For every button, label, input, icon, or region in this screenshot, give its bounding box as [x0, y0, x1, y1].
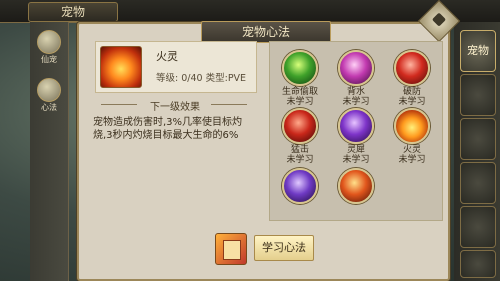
- divider-right: [211, 104, 247, 105]
- tab-2[interactable]: [460, 74, 496, 116]
- selected-skill-card: 火灵 等级: 0/40 类型:PVE: [95, 41, 257, 93]
- skill-name: 猛击: [290, 145, 309, 155]
- tab-5[interactable]: [460, 206, 496, 248]
- skill-status: 未学习: [286, 155, 314, 165]
- pet-spirit-icon: [37, 30, 61, 54]
- divider-left: [101, 104, 137, 105]
- skill-telepathy[interactable]: 灵犀 未学习: [331, 108, 381, 165]
- skill-slot-7[interactable]: [275, 168, 325, 205]
- left-menu-label: 仙宠: [41, 55, 57, 64]
- life-steal-icon: [282, 50, 318, 86]
- heavy-strike-icon: [282, 108, 318, 144]
- tab-6[interactable]: [460, 250, 496, 278]
- last-stand-icon: [338, 50, 374, 86]
- level-label: 等级:: [156, 73, 179, 84]
- skill-status: 未学习: [398, 97, 426, 107]
- skill-heavy-strike[interactable]: 猛击 未学习: [275, 108, 325, 165]
- left-menu-item-pet[interactable]: 仙宠: [33, 30, 65, 65]
- skill-name: 火灵: [402, 145, 421, 155]
- selected-skill-meta: 等级: 0/40 类型:PVE: [156, 70, 246, 84]
- skill-armor-break[interactable]: 破防 未学习: [387, 50, 437, 107]
- scroll-icon: [37, 78, 61, 102]
- left-menu-item-skill[interactable]: 心法: [33, 78, 65, 113]
- skill-status: 未学习: [342, 155, 370, 165]
- pet-skill-panel: 宠物心法 火灵 等级: 0/40 类型:PVE 下一级效果 宠物造成伤害时,3%…: [77, 0, 461, 281]
- skill-slot-8[interactable]: [331, 168, 381, 205]
- level-value: 0/40: [181, 73, 203, 84]
- skill-status: 未学习: [342, 97, 370, 107]
- skill-name: 灵犀: [346, 145, 365, 155]
- fire-spirit-icon: [394, 108, 430, 144]
- tab-pet[interactable]: 宠物: [460, 30, 496, 72]
- skill-last-stand[interactable]: 背水 未学习: [331, 50, 381, 107]
- skill-life-steal[interactable]: 生命偷取 未学习: [275, 50, 325, 107]
- tab-4[interactable]: [460, 162, 496, 204]
- next-effect-title: 下一级效果: [150, 102, 200, 113]
- panel-title: 宠物心法: [201, 21, 331, 43]
- window-title: 宠物: [28, 2, 118, 22]
- skill-book-icon: [215, 233, 247, 265]
- left-menu-label: 心法: [41, 103, 57, 112]
- next-effect-text: 宠物造成伤害时,3%几率使目标灼烧,3秒内灼烧目标最大生命的6%: [93, 117, 243, 141]
- left-menu: 仙宠 心法: [30, 22, 69, 281]
- type-label: 类型:: [205, 73, 228, 84]
- flame-burst-icon: [338, 168, 374, 204]
- learn-skill-button[interactable]: 学习心法: [254, 235, 314, 261]
- selected-skill-name: 火灵: [156, 50, 178, 63]
- skill-name: 生命偷取: [281, 87, 318, 97]
- arcane-slash-icon: [282, 168, 318, 204]
- skill-status: 未学习: [398, 155, 426, 165]
- skill-name: 背水: [346, 87, 365, 97]
- skill-fire-spirit[interactable]: 火灵 未学习: [387, 108, 437, 165]
- type-value: PVE: [227, 73, 247, 84]
- skill-grid: 生命偷取 未学习 背水 未学习 破防 未学习 猛击 未学习 灵犀 未学习 火灵 …: [269, 41, 443, 221]
- right-tab-bar: 宠物: [454, 22, 500, 281]
- telepathy-icon: [338, 108, 374, 144]
- tab-3[interactable]: [460, 118, 496, 160]
- skill-name: 破防: [402, 87, 421, 97]
- skill-status: 未学习: [286, 97, 314, 107]
- fire-spirit-icon: [100, 46, 142, 88]
- armor-break-icon: [394, 50, 430, 86]
- learn-row: 学习心法: [79, 229, 448, 277]
